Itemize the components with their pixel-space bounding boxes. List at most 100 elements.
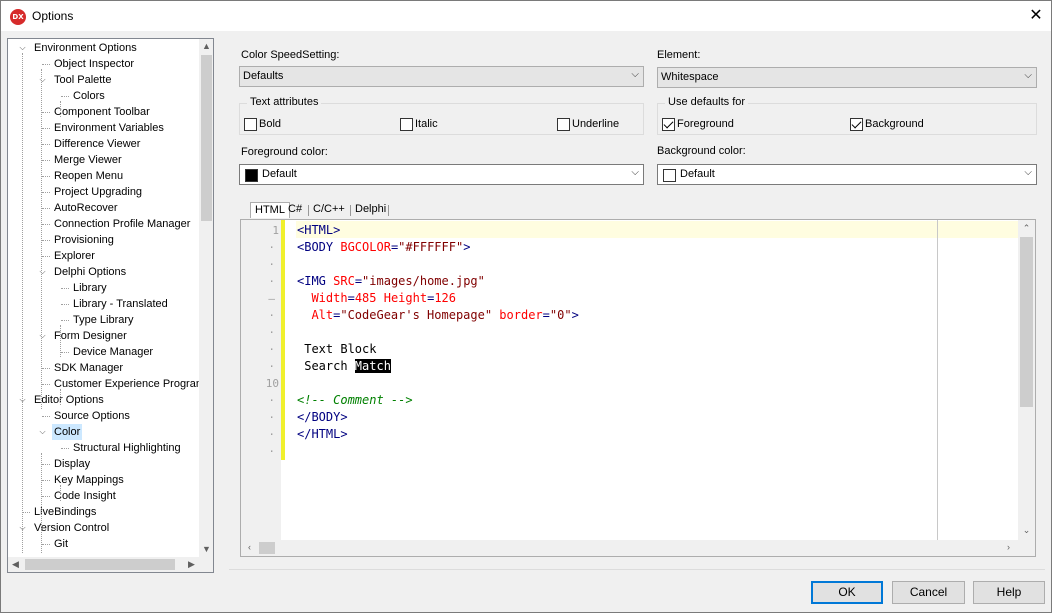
color-speedsetting-value: Defaults: [243, 70, 284, 82]
tree-item[interactable]: Form Designer: [52, 328, 129, 344]
expand-chevron-icon[interactable]: ⌵: [38, 328, 47, 344]
tree-item[interactable]: Object Inspector: [52, 56, 136, 72]
element-label: Element:: [657, 49, 701, 61]
tree-item[interactable]: Delphi Options: [52, 264, 128, 280]
options-tree[interactable]: ⌵ Environment Options Object Inspector ⌵ Too…: [7, 38, 214, 573]
tree-connector: [22, 512, 30, 513]
tab-delphi[interactable]: Delphi: [351, 202, 390, 218]
line-number: ·: [268, 445, 275, 458]
foreground-checkbox[interactable]: [662, 118, 675, 131]
foreground-color-value: Default: [262, 168, 297, 180]
scroll-up-icon[interactable]: ⌃: [1019, 221, 1034, 236]
options-dialog: DX Options ✕ ⌵ Environment Options Object …: [0, 0, 1052, 613]
tree-item[interactable]: Git: [52, 536, 70, 552]
tree-item[interactable]: Type Library: [71, 312, 136, 328]
bold-checkbox[interactable]: [244, 118, 257, 131]
tree-connector: [42, 160, 50, 161]
tree-connector: [61, 448, 69, 449]
ok-button[interactable]: OK: [811, 581, 883, 604]
scroll-right-icon[interactable]: ›: [1001, 540, 1016, 555]
tree-item[interactable]: SDK Manager: [52, 360, 125, 376]
code-token: "#FFFFFF": [398, 240, 464, 254]
tree-item[interactable]: Color: [52, 424, 83, 440]
tree-item[interactable]: Tool Palette: [52, 72, 113, 88]
tree-item[interactable]: Provisioning: [52, 232, 116, 248]
tree-connector: [60, 389, 61, 405]
text-attributes-title: Text attributes: [247, 96, 322, 108]
foreground-color-select[interactable]: Default ⌵: [239, 164, 644, 185]
tree-item[interactable]: Connection Profile Manager: [52, 216, 192, 232]
editor-horizontal-scrollbar[interactable]: ‹ ›: [241, 540, 1018, 556]
tree-item[interactable]: Component Toolbar: [52, 104, 152, 120]
tree-connector: [42, 368, 50, 369]
tree-vertical-scrollbar[interactable]: ▲ ▼: [199, 39, 213, 557]
scroll-thumb[interactable]: [201, 55, 212, 221]
scroll-right-icon[interactable]: ▶: [184, 557, 199, 572]
tree-item[interactable]: Customer Experience Program: [52, 376, 207, 392]
tree-item[interactable]: Reopen Menu: [52, 168, 125, 184]
code-token: <!-- Comment -->: [297, 393, 413, 407]
element-value: Whitespace: [661, 71, 719, 83]
tree-item[interactable]: AutoRecover: [52, 200, 120, 216]
element-select[interactable]: Whitespace ⌵: [657, 67, 1037, 88]
tree-item[interactable]: Device Manager: [71, 344, 155, 360]
chevron-down-icon: ⌵: [631, 167, 639, 178]
cancel-button[interactable]: Cancel: [892, 581, 965, 604]
tab-cpp[interactable]: C/C++: [309, 202, 349, 218]
code-token: </BODY>: [297, 410, 348, 424]
scroll-down-icon[interactable]: ▼: [199, 542, 213, 557]
code-preview-editor[interactable]: 1 <HTML> · <BODY BGCOLOR="#FFFFFF"> · · <IMG S…: [240, 219, 1036, 557]
background-color-select[interactable]: Default ⌵: [657, 164, 1037, 185]
tree-connector: [42, 224, 50, 225]
tree-item[interactable]: Structural Highlighting: [71, 440, 183, 456]
tree-item[interactable]: Library - Translated: [71, 296, 170, 312]
background-color-value: Default: [680, 168, 715, 180]
background-checkbox[interactable]: [850, 118, 863, 131]
tree-item[interactable]: Code Insight: [52, 488, 118, 504]
tree-connector: [61, 96, 69, 97]
tree-item[interactable]: Editor Options: [32, 392, 106, 408]
expand-chevron-icon[interactable]: ⌵: [38, 424, 47, 440]
tree-item[interactable]: Environment Options: [32, 40, 139, 56]
tab-csharp[interactable]: C#: [284, 202, 306, 218]
tree-horizontal-scrollbar[interactable]: ◀ ▶: [8, 557, 199, 572]
tree-item[interactable]: Project Upgrading: [52, 184, 144, 200]
expand-chevron-icon[interactable]: ⌵: [38, 72, 47, 88]
line-number: ·: [268, 343, 275, 356]
code-token: Search: [297, 359, 355, 373]
tree-item[interactable]: Source Options: [52, 408, 132, 424]
tree-item[interactable]: Version Control: [32, 520, 111, 536]
scroll-down-icon[interactable]: ⌄: [1019, 523, 1034, 538]
tree-item[interactable]: Colors: [71, 88, 107, 104]
code-line: Text Block: [297, 341, 376, 358]
code-line: Search Match: [297, 358, 391, 375]
italic-checkbox[interactable]: [400, 118, 413, 131]
scroll-left-icon[interactable]: ‹: [242, 540, 257, 555]
app-icon: DX: [10, 9, 26, 25]
code-token: Match: [354, 359, 391, 373]
tree-item[interactable]: Merge Viewer: [52, 152, 124, 168]
editor-vertical-scrollbar[interactable]: ⌃ ⌄: [1018, 220, 1035, 540]
code-token: </HTML>: [297, 427, 348, 441]
scroll-left-icon[interactable]: ◀: [8, 557, 23, 572]
tree-item[interactable]: Library: [71, 280, 109, 296]
tree-item[interactable]: Display: [52, 456, 92, 472]
scroll-up-icon[interactable]: ▲: [199, 39, 213, 54]
expand-chevron-icon[interactable]: ⌵: [38, 264, 47, 280]
scroll-thumb[interactable]: [259, 542, 275, 554]
tree-item[interactable]: Difference Viewer: [52, 136, 142, 152]
code-line: </HTML>: [297, 426, 348, 443]
color-speedsetting-select[interactable]: Defaults ⌵: [239, 66, 644, 87]
tree-item[interactable]: Key Mappings: [52, 472, 126, 488]
code-token: border: [492, 308, 543, 322]
tree-item[interactable]: Explorer: [52, 248, 97, 264]
tree-connector: [41, 453, 42, 553]
underline-checkbox[interactable]: [557, 118, 570, 131]
tree-item[interactable]: Environment Variables: [52, 120, 166, 136]
scroll-thumb[interactable]: [1020, 237, 1033, 407]
scroll-corner: [199, 557, 213, 572]
scroll-corner: [1018, 540, 1035, 556]
close-icon[interactable]: ✕: [1027, 7, 1045, 25]
help-button[interactable]: Help: [973, 581, 1045, 604]
scroll-thumb[interactable]: [25, 559, 175, 570]
